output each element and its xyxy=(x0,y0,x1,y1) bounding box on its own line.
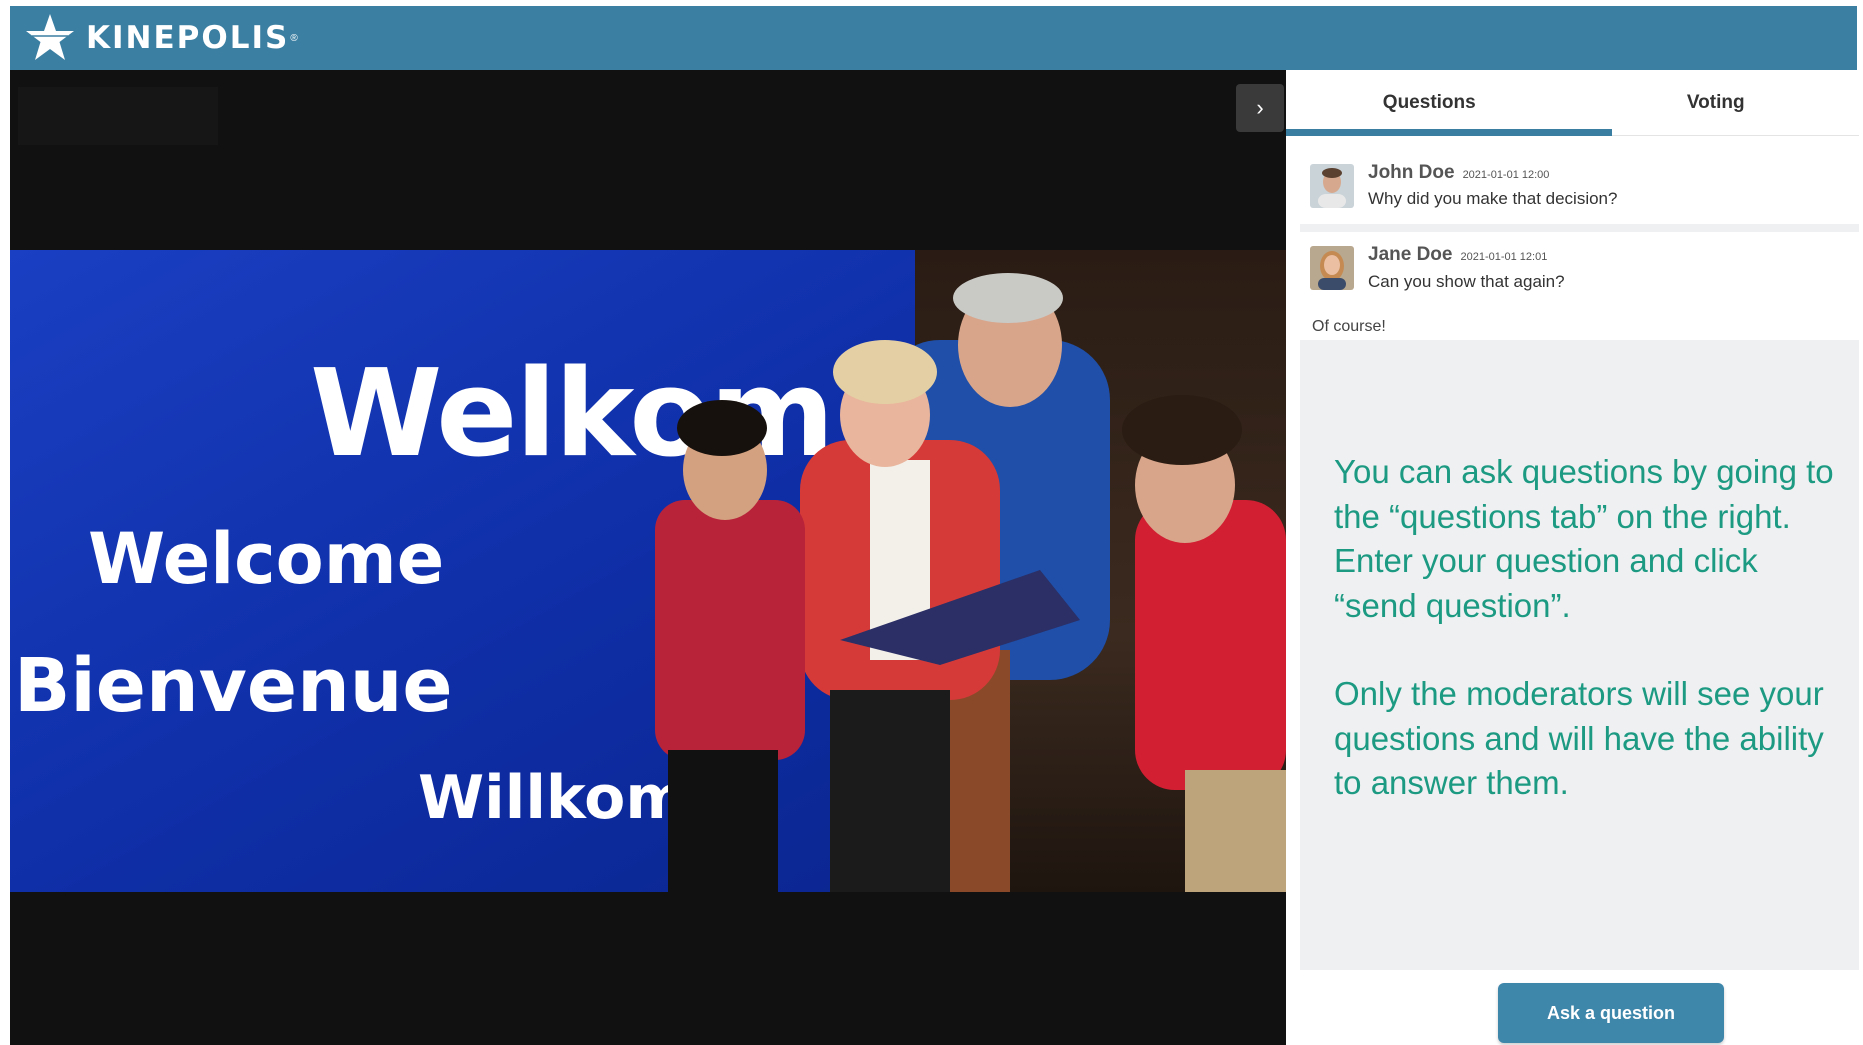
question-text: Why did you make that decision? xyxy=(1368,189,1618,208)
question-timestamp: 2021-01-01 12:00 xyxy=(1462,169,1550,181)
help-paragraph-ask: You can ask questions by going to the “q… xyxy=(1334,453,1834,624)
chevron-right-icon: › xyxy=(1256,95,1264,120)
questions-panel: Questions Voting John Doe 2021-01-01 12:0… xyxy=(1286,70,1859,1045)
tab-voting[interactable]: Voting xyxy=(1573,70,1860,135)
collapse-panel-button[interactable]: › xyxy=(1236,84,1284,132)
panel-tabs: Questions Voting xyxy=(1286,70,1859,136)
list-item[interactable]: John Doe 2021-01-01 12:00 Why did you mak… xyxy=(1300,150,1859,224)
registered-mark: ® xyxy=(290,32,298,44)
list-item[interactable]: Jane Doe 2021-01-01 12:01 Can you show th… xyxy=(1300,232,1859,340)
author-name: John Doe xyxy=(1368,162,1455,183)
help-instructions: You can ask questions by going to the “q… xyxy=(1334,450,1834,806)
help-paragraph-moderators: Only the moderators will see your questi… xyxy=(1334,675,1824,801)
star-icon xyxy=(26,14,74,60)
question-timestamp: 2021-01-01 12:01 xyxy=(1460,251,1548,263)
question-text: Can you show that again? xyxy=(1368,272,1565,291)
user-avatar-icon xyxy=(1310,246,1354,290)
user-avatar-icon xyxy=(1310,164,1354,208)
active-tab-indicator xyxy=(1286,129,1612,136)
brand-name: KINEPOLIS xyxy=(86,20,290,56)
app-header: KINEPOLIS ® xyxy=(10,6,1857,70)
question-author: John Doe 2021-01-01 12:00 xyxy=(1368,162,1549,184)
video-frame[interactable]: Welkom Welcome Bienvenue Willkomm xyxy=(10,250,1286,892)
kinepolis-logo[interactable]: KINEPOLIS ® xyxy=(24,12,298,64)
tab-questions[interactable]: Questions xyxy=(1286,70,1573,135)
family-photo xyxy=(655,273,1286,892)
person-boy-left xyxy=(655,400,805,892)
author-name: Jane Doe xyxy=(1368,244,1453,265)
player-title-area xyxy=(18,87,218,145)
person-boy-right xyxy=(1122,395,1286,892)
question-author: Jane Doe 2021-01-01 12:01 xyxy=(1368,244,1547,266)
ask-question-button[interactable]: Ask a question xyxy=(1498,983,1724,1043)
video-player[interactable]: › Welkom Welcome Bienvenue Willkomm xyxy=(10,70,1286,1045)
moderator-answer: Of course! xyxy=(1312,318,1386,335)
